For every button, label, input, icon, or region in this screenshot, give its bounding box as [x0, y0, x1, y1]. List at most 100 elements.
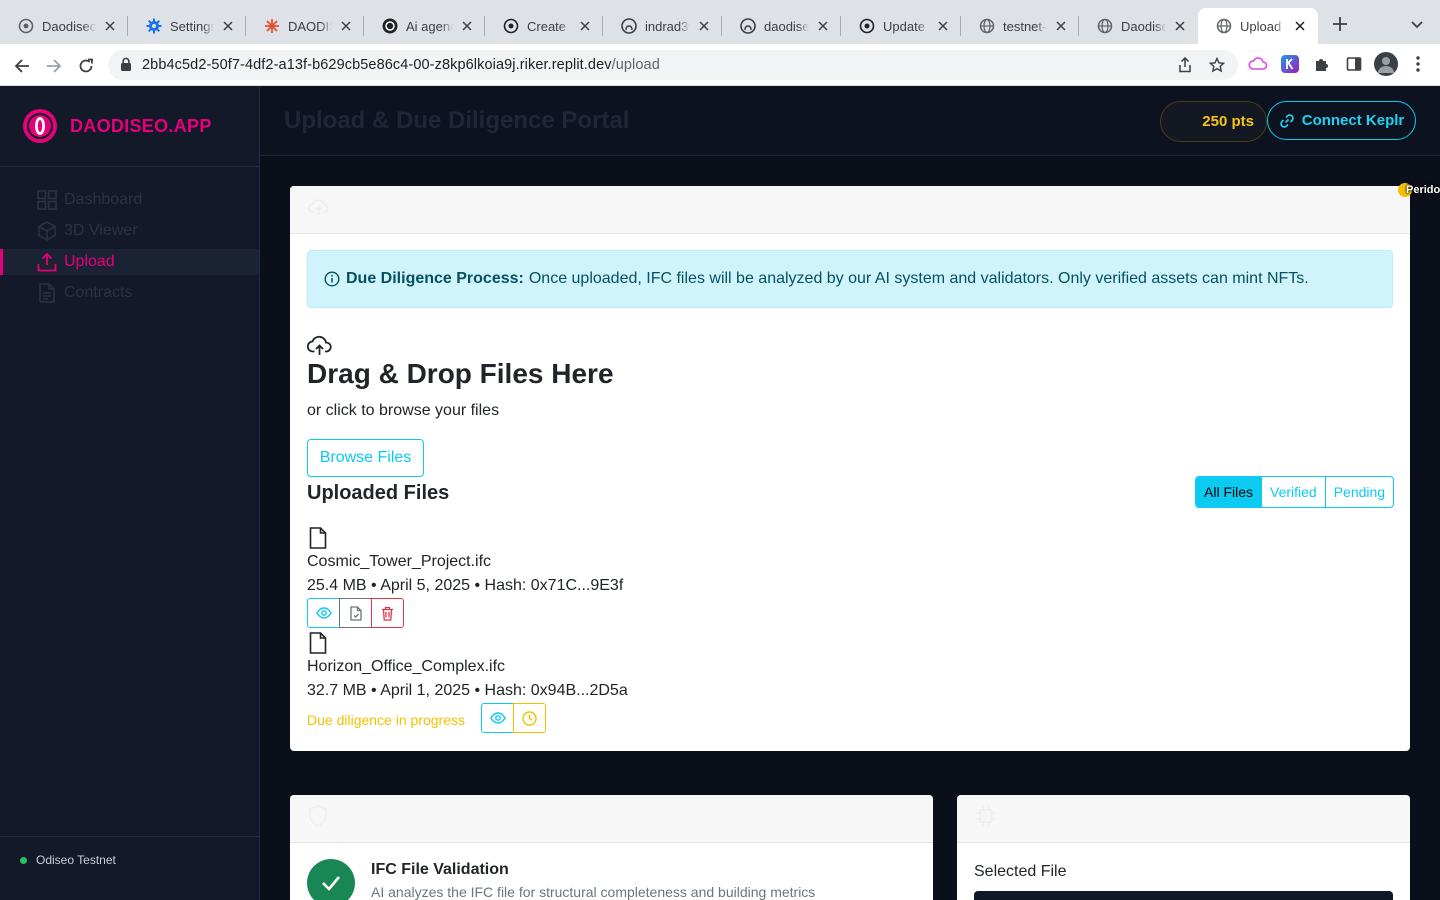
browser-tab[interactable]: Update P: [841, 8, 961, 44]
browser-tab-active[interactable]: Upload B: [1198, 8, 1318, 44]
close-icon[interactable]: [459, 18, 475, 34]
close-icon[interactable]: [577, 18, 593, 34]
url-input[interactable]: 2bb4c5d2-50f7-4df2-a13f-b629cb5e86c4-00-…: [108, 50, 1238, 80]
avatar[interactable]: [1374, 52, 1398, 76]
browser-tab[interactable]: Daodiseo: [0, 8, 128, 44]
eye-icon: [489, 712, 506, 724]
due-diligence-workflow-card: IFC File Validation AI analyzes the IFC …: [290, 795, 933, 900]
browser-tab[interactable]: Daodiseo: [1079, 8, 1198, 44]
close-icon[interactable]: [338, 18, 354, 34]
file-check-icon: [349, 605, 362, 621]
sidebar: DAODISEO.APP Dashboard 3D Viewer Upload …: [0, 86, 260, 900]
back-icon[interactable]: [8, 52, 36, 80]
step-description: AI analyzes the IFC file for structural …: [371, 884, 816, 900]
file-report-button[interactable]: [339, 598, 372, 628]
view-file-button[interactable]: [481, 703, 514, 733]
sidebar-item-contracts[interactable]: Contracts: [0, 280, 259, 306]
browser-tab[interactable]: Settings -: [128, 8, 246, 44]
ai-analysis-card: Selected File: [957, 795, 1410, 900]
network-status: Odiseo Testnet: [20, 853, 116, 867]
replit-icon: [18, 18, 34, 34]
connect-keplr-button[interactable]: Connect Keplr: [1267, 101, 1416, 140]
openai-icon: [382, 18, 398, 34]
file-name[interactable]: Cosmic_Tower_Project.ifc: [307, 553, 491, 571]
cloud-upload-icon: [308, 196, 330, 223]
upload-card: Due Diligence Process: Once uploaded, IF…: [290, 186, 1410, 751]
browser-tab[interactable]: testnet-r: [961, 8, 1079, 44]
filter-all-files-button[interactable]: All Files: [1196, 477, 1262, 507]
url-text: 2bb4c5d2-50f7-4df2-a13f-b629cb5e86c4-00-…: [142, 57, 660, 73]
cpu-icon: [975, 805, 997, 832]
browser-tab[interactable]: DAODISEO: [246, 8, 364, 44]
share-icon[interactable]: [1176, 56, 1194, 74]
filter-verified-button[interactable]: Verified: [1261, 477, 1325, 507]
close-icon[interactable]: [1172, 18, 1188, 34]
upload-icon: [36, 251, 58, 273]
dropzone-title[interactable]: Drag & Drop Files Here: [307, 358, 614, 390]
status-badge: Due diligence in progress: [307, 712, 465, 728]
close-icon[interactable]: [1292, 18, 1308, 34]
file-actions: [307, 598, 404, 628]
file-icon: [309, 527, 327, 554]
browser-tab[interactable]: daodiseo: [722, 8, 841, 44]
chevron-down-icon[interactable]: [1406, 14, 1428, 36]
sparkle-icon: [264, 18, 280, 34]
dropzone-subtitle: or click to browse your files: [307, 402, 500, 419]
clock-icon: [522, 710, 537, 726]
sidebar-item-upload[interactable]: Upload: [0, 249, 259, 275]
sidebar-item-dashboard[interactable]: Dashboard: [0, 187, 259, 213]
peridot-badge[interactable]: Peridot: [1398, 182, 1440, 198]
file-name[interactable]: Horizon_Office_Complex.ifc: [307, 658, 505, 676]
view-file-button[interactable]: [307, 598, 340, 628]
due-diligence-alert: Due Diligence Process: Once uploaded, IF…: [307, 250, 1393, 308]
page-title: Upload & Due Diligence Portal: [284, 107, 630, 134]
cloud-extension-icon[interactable]: [1248, 54, 1268, 74]
selected-file-label: Selected File: [974, 863, 1067, 880]
step-title: IFC File Validation: [371, 861, 509, 878]
forward-icon[interactable]: [40, 52, 68, 80]
sidebar-item-label: 3D Viewer: [64, 222, 138, 239]
sidepanel-icon[interactable]: [1344, 54, 1364, 74]
browser-tab[interactable]: Create Bu: [485, 8, 603, 44]
brand[interactable]: DAODISEO.APP: [22, 108, 212, 144]
bookmark-star-icon[interactable]: [1208, 56, 1226, 74]
logo-icon: [22, 108, 58, 144]
k-extension-icon[interactable]: [1280, 54, 1300, 74]
card-header: [290, 795, 933, 843]
check-icon: [322, 876, 340, 891]
filter-pending-button[interactable]: Pending: [1324, 477, 1393, 507]
sidebar-item-3d-viewer[interactable]: 3D Viewer: [0, 218, 259, 244]
sidebar-item-label: Contracts: [64, 284, 133, 301]
close-icon[interactable]: [815, 18, 831, 34]
status-dot-icon: [20, 856, 27, 864]
close-icon[interactable]: [696, 18, 712, 34]
gear-icon: [146, 18, 162, 34]
close-icon[interactable]: [102, 18, 118, 34]
eye-icon: [315, 607, 332, 619]
browser-tab[interactable]: indrad3v: [603, 8, 722, 44]
divider: [0, 836, 259, 837]
browser-tab[interactable]: Ai agency: [364, 8, 485, 44]
uploaded-files-title: Uploaded Files: [307, 482, 450, 504]
grid-icon: [36, 189, 58, 211]
close-icon[interactable]: [935, 18, 951, 34]
selected-file-select[interactable]: [974, 891, 1393, 900]
brand-name: DAODISEO.APP: [70, 115, 212, 136]
new-tab-icon[interactable]: [1328, 12, 1352, 36]
puzzle-icon[interactable]: [1312, 54, 1332, 74]
globe-icon: [1097, 18, 1113, 34]
file-actions: [481, 703, 546, 733]
delete-file-button[interactable]: [371, 598, 404, 628]
close-icon[interactable]: [220, 18, 236, 34]
github-icon: [740, 18, 756, 34]
browse-files-button[interactable]: Browse Files: [307, 439, 424, 477]
reload-icon[interactable]: [72, 52, 100, 80]
close-icon[interactable]: [1053, 18, 1069, 34]
divider: [0, 166, 259, 167]
pending-status-button[interactable]: [513, 703, 546, 733]
browser-tab-bar: Daodiseo Settings - DAODISEO Ai agency C…: [0, 0, 1440, 44]
more-vert-icon[interactable]: [1408, 54, 1428, 74]
address-bar: 2bb4c5d2-50f7-4df2-a13f-b629cb5e86c4-00-…: [0, 44, 1440, 86]
file-filter-group: All Files Verified Pending: [1195, 476, 1395, 508]
file-meta: 32.7 MB • April 1, 2025 • Hash: 0x94B...…: [307, 682, 628, 699]
